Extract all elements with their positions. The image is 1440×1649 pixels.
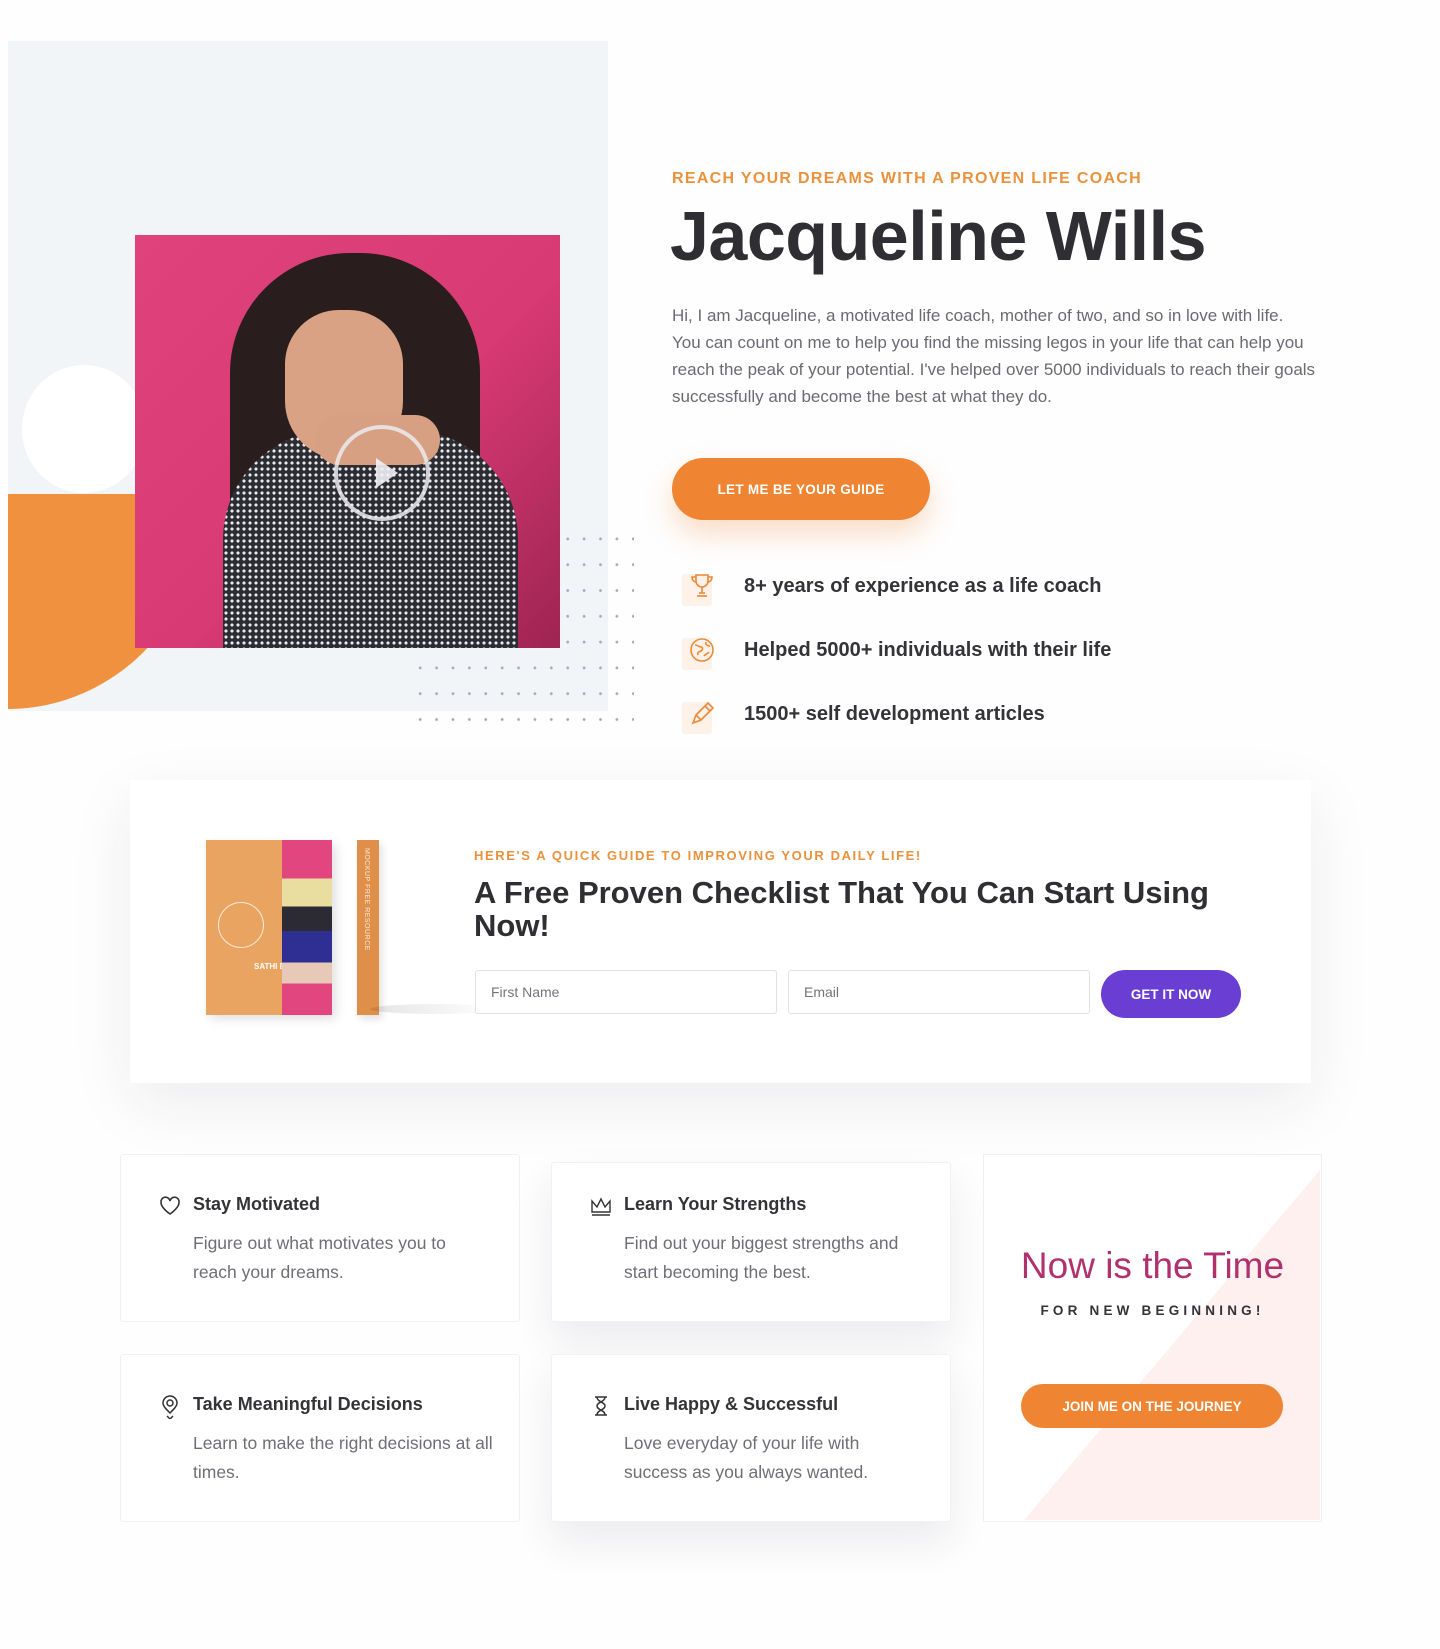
card-title: Stay Motivated bbox=[193, 1194, 321, 1214]
hero-eyebrow: REACH YOUR DREAMS WITH A PROVEN LIFE COA… bbox=[672, 170, 1143, 187]
book-mockup-cover: SATHI BOOK bbox=[206, 840, 332, 1015]
hero-description-line-1: Hi, I am Jacqueline, a motivated life co… bbox=[672, 306, 1284, 325]
feature-item-experience: 8+ years of experience as a life coach bbox=[682, 566, 1101, 606]
hero-description-line-2: You can count on me to help you find the… bbox=[672, 333, 1316, 406]
globe-icon bbox=[682, 630, 722, 670]
heart-icon bbox=[159, 1195, 181, 1217]
join-me-on-the-journey-button[interactable]: JOIN ME ON THE JOURNEY bbox=[1021, 1384, 1283, 1428]
card-title: Take Meaningful Decisions bbox=[193, 1394, 423, 1414]
let-me-be-your-guide-button[interactable]: LET ME BE YOUR GUIDE bbox=[672, 458, 930, 520]
first-name-input[interactable] bbox=[475, 970, 777, 1014]
card-description: Find out your biggest strengths and star… bbox=[624, 1233, 899, 1282]
checklist-eyebrow: HERE'S A QUICK GUIDE TO IMPROVING YOUR D… bbox=[474, 848, 922, 863]
card-meaningful-decisions: Take Meaningful Decisions Learn to make … bbox=[120, 1354, 520, 1522]
promo-title: Now is the Time bbox=[1020, 1245, 1285, 1286]
decorative-triangle bbox=[1024, 1170, 1320, 1520]
now-is-the-time-card: Now is the Time FOR NEW BEGINNING! JOIN … bbox=[983, 1154, 1322, 1522]
checklist-title: A Free Proven Checklist That You Can Sta… bbox=[474, 875, 1209, 943]
get-it-now-button[interactable]: GET IT NOW bbox=[1101, 970, 1241, 1018]
feature-label: Helped 5000+ individuals with their life bbox=[744, 638, 1112, 661]
email-input[interactable] bbox=[788, 970, 1090, 1014]
decorative-circle bbox=[22, 365, 146, 493]
crown-icon bbox=[590, 1195, 612, 1217]
feature-item-articles: 1500+ self development articles bbox=[682, 694, 1045, 734]
trophy-icon bbox=[682, 566, 722, 606]
feature-label: 1500+ self development articles bbox=[744, 702, 1045, 725]
card-stay-motivated: Stay Motivated Figure out what motivates… bbox=[120, 1154, 520, 1322]
pencil-icon bbox=[682, 694, 722, 734]
hourglass-icon bbox=[590, 1395, 612, 1417]
book-mockup-spine: MOCKUP FREE RESOURCE bbox=[357, 840, 379, 1015]
video-play-button[interactable] bbox=[334, 425, 430, 521]
card-description: Figure out what motivates you to reach y… bbox=[193, 1233, 446, 1282]
card-description: Learn to make the right decisions at all… bbox=[193, 1433, 493, 1482]
hero-description: Hi, I am Jacqueline, a motivated life co… bbox=[672, 302, 1322, 410]
hero-title: Jacqueline Wills bbox=[670, 197, 1207, 275]
location-pin-icon bbox=[159, 1395, 181, 1421]
book-logo bbox=[218, 902, 264, 948]
checklist-signup-card: SATHI BOOK MOCKUP FREE RESOURCE HERE'S A… bbox=[130, 780, 1311, 1083]
book-cover-pattern bbox=[282, 840, 332, 1015]
play-icon bbox=[376, 458, 398, 488]
card-description: Love everyday of your life with success … bbox=[624, 1433, 869, 1482]
card-live-happy: Live Happy & Successful Love everyday of… bbox=[551, 1354, 951, 1522]
card-title: Live Happy & Successful bbox=[624, 1394, 839, 1414]
promo-subtitle: FOR NEW BEGINNING! bbox=[1040, 1303, 1265, 1318]
book-spine-text: MOCKUP FREE RESOURCE bbox=[363, 848, 370, 951]
feature-label: 8+ years of experience as a life coach bbox=[744, 574, 1102, 597]
card-learn-strengths: Learn Your Strengths Find out your bigge… bbox=[551, 1162, 951, 1322]
card-title: Learn Your Strengths bbox=[624, 1194, 807, 1214]
feature-item-helped: Helped 5000+ individuals with their life bbox=[682, 630, 1111, 670]
